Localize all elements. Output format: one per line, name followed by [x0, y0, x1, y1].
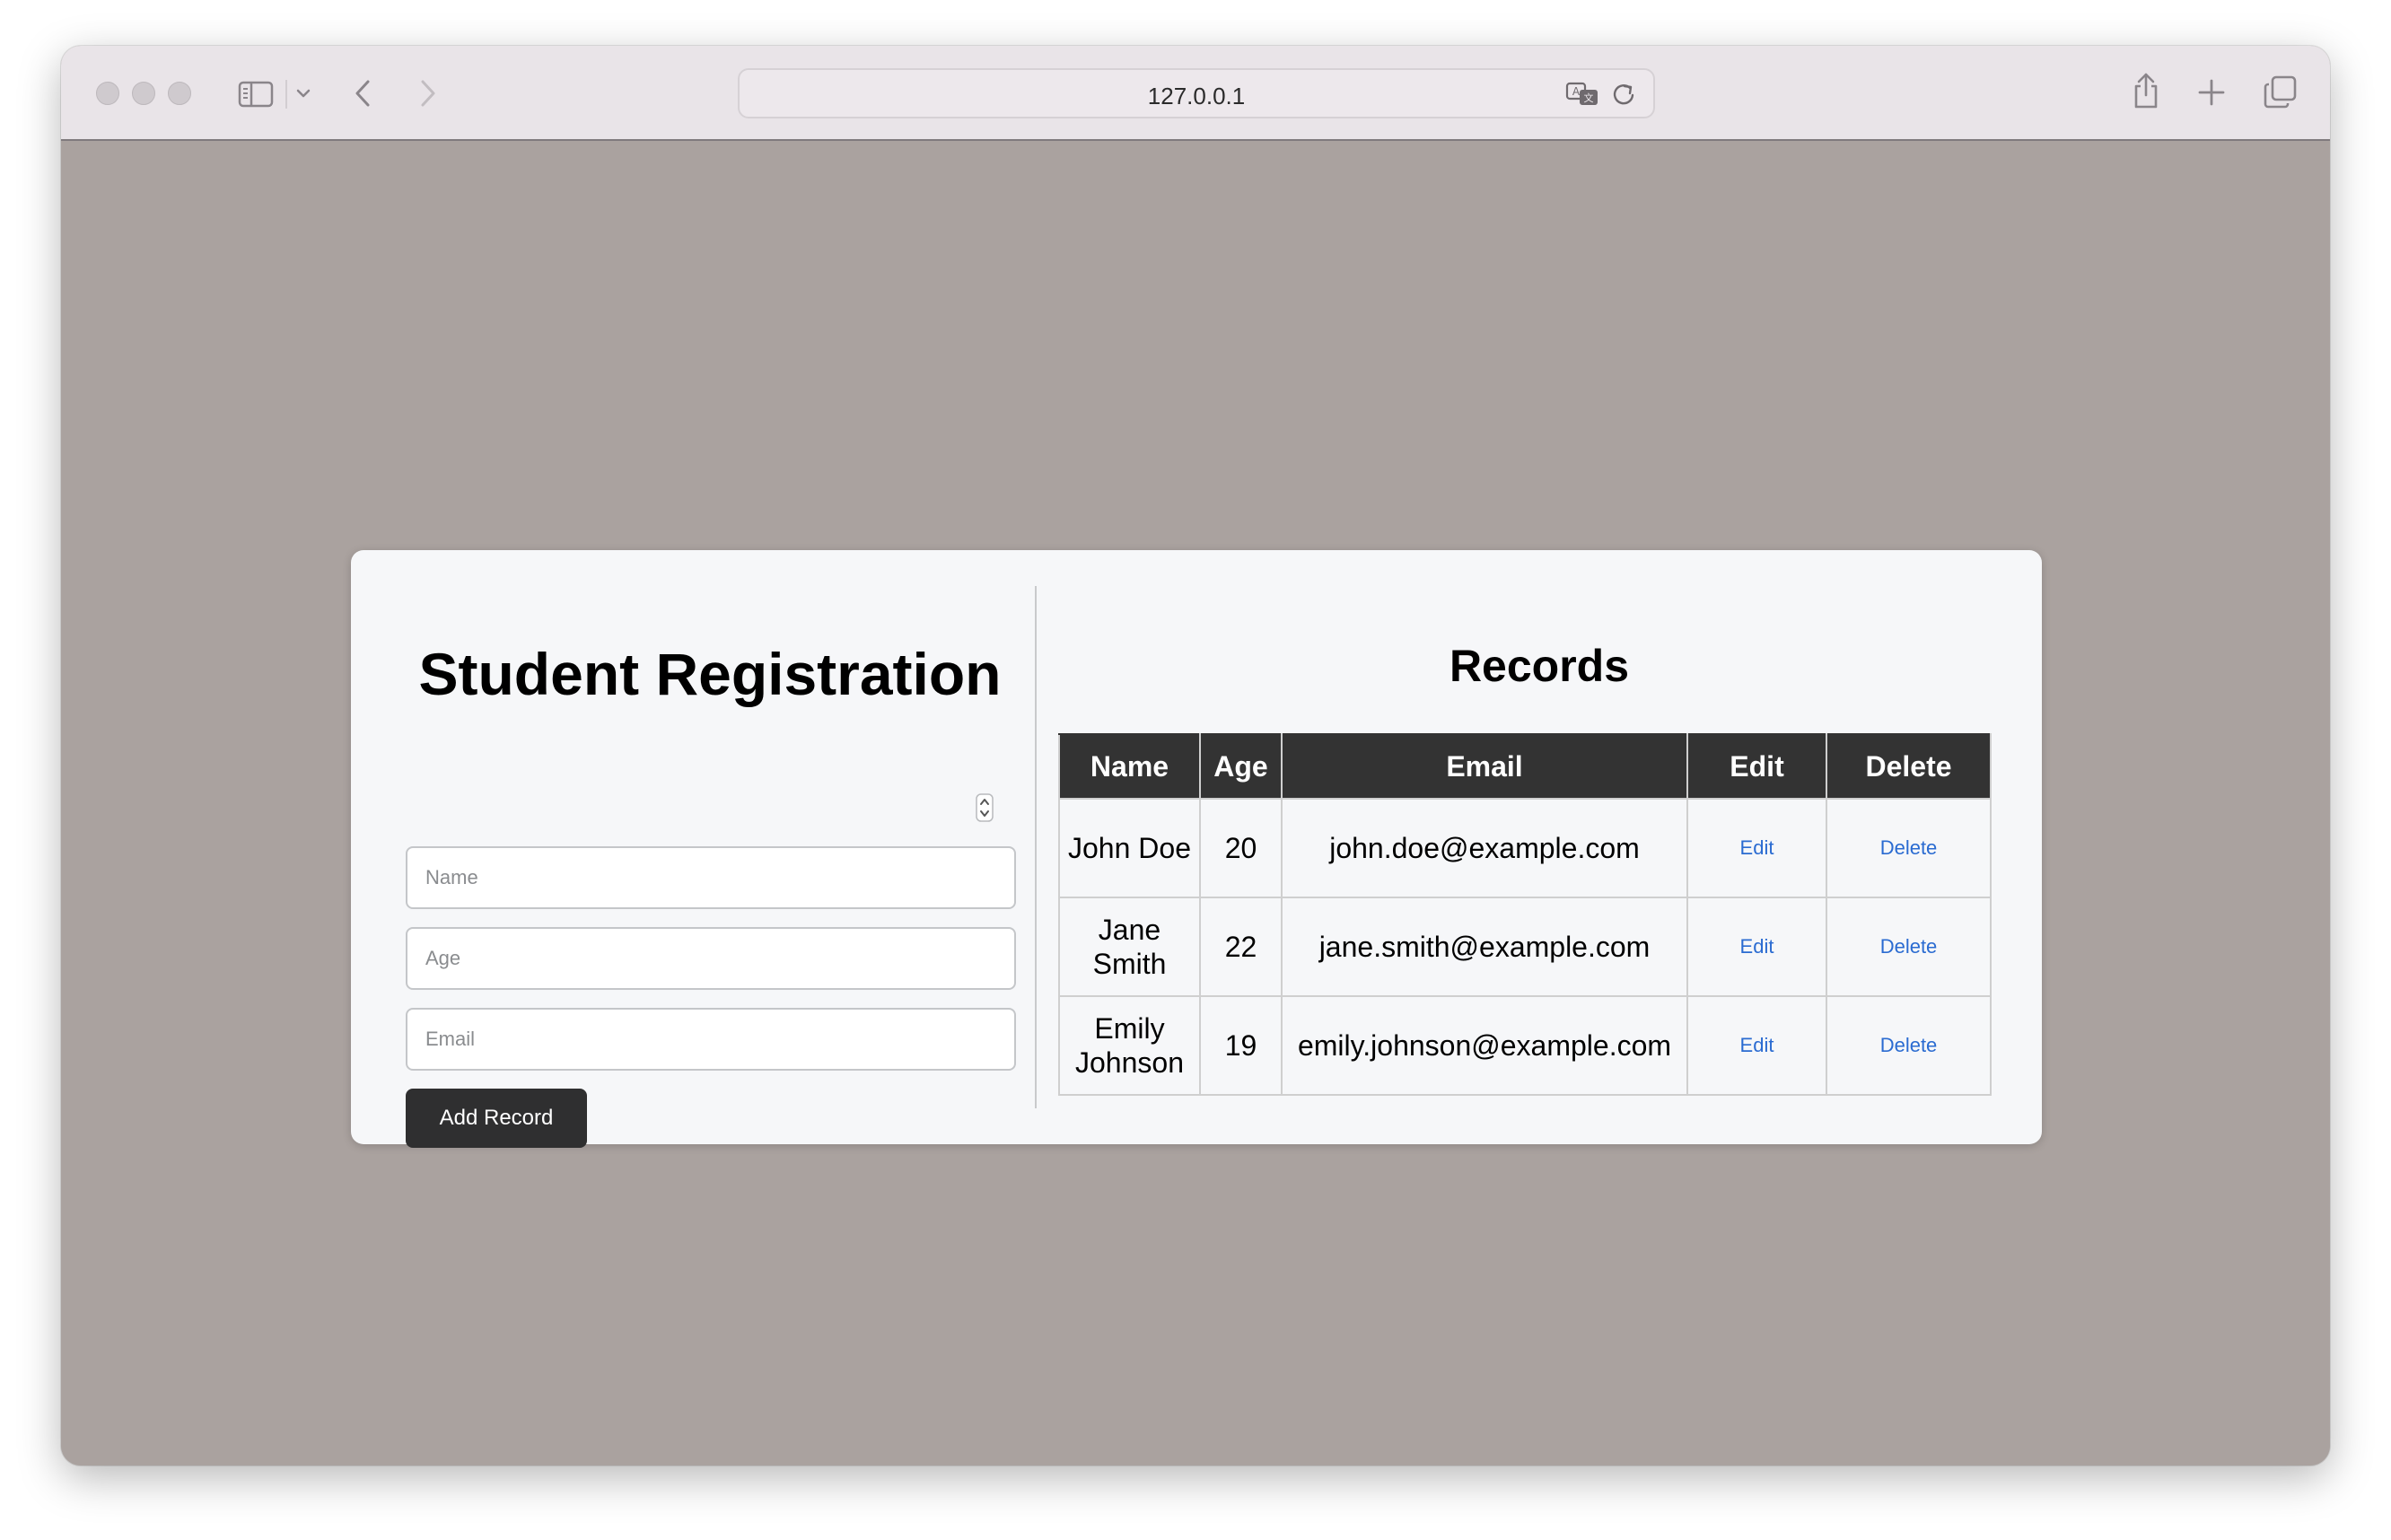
records-table: Name Age Email Edit Delete John Doe 20 j… — [1058, 733, 1992, 1096]
cell-edit: Edit — [1686, 798, 1827, 898]
cell-edit: Edit — [1686, 995, 1827, 1096]
cell-name: John Doe — [1058, 798, 1201, 898]
cell-delete: Delete — [1826, 995, 1992, 1096]
registration-form: Student Registration Add Record — [351, 550, 1035, 1148]
share-icon[interactable] — [2131, 71, 2161, 110]
delete-link[interactable]: Delete — [1880, 836, 1938, 859]
cell-email: john.doe@example.com — [1281, 798, 1688, 898]
records-title: Records — [1449, 641, 1630, 691]
table-row: Emily Johnson 19 emily.johnson@example.c… — [1058, 995, 1992, 1096]
name-input[interactable] — [406, 846, 1016, 909]
cell-delete: Delete — [1826, 897, 1992, 997]
age-input[interactable] — [406, 927, 1016, 990]
cell-age: 22 — [1199, 897, 1283, 997]
table-row: Jane Smith 22 jane.smith@example.com Edi… — [1058, 897, 1992, 997]
chevron-down-icon[interactable] — [294, 87, 312, 100]
column-header-age: Age — [1199, 733, 1283, 800]
column-header-name: Name — [1058, 733, 1201, 800]
column-header-delete: Delete — [1826, 733, 1992, 800]
cell-email: jane.smith@example.com — [1281, 897, 1688, 997]
svg-text:文: 文 — [1584, 92, 1594, 104]
records-section: Records Name Age Email Edit Delete John … — [1037, 550, 2042, 1144]
browser-toolbar: 127.0.0.1 A 文 — [61, 46, 2330, 141]
new-tab-icon[interactable] — [2197, 78, 2226, 107]
cell-age: 20 — [1199, 798, 1283, 898]
email-input[interactable] — [406, 1008, 1016, 1071]
back-icon[interactable] — [353, 78, 374, 109]
sidebar-icon[interactable] — [238, 81, 274, 108]
cell-email: emily.johnson@example.com — [1281, 995, 1688, 1096]
add-record-button[interactable]: Add Record — [406, 1089, 587, 1148]
column-header-email: Email — [1281, 733, 1688, 800]
edit-link[interactable]: Edit — [1740, 1034, 1774, 1056]
toolbar-separator — [285, 80, 287, 109]
cell-age: 19 — [1199, 995, 1283, 1096]
url-text: 127.0.0.1 — [1147, 83, 1246, 109]
zoom-window-button[interactable] — [168, 82, 191, 105]
registration-card: Student Registration Add Record Records — [351, 550, 2042, 1148]
table-header-row: Name Age Email Edit Delete — [1058, 733, 1992, 800]
table-row: John Doe 20 john.doe@example.com Edit De… — [1058, 798, 1992, 898]
delete-link[interactable]: Delete — [1880, 935, 1938, 958]
column-header-edit: Edit — [1686, 733, 1827, 800]
number-stepper-icon[interactable] — [976, 793, 994, 822]
cell-name: Emily Johnson — [1058, 995, 1201, 1096]
edit-link[interactable]: Edit — [1740, 935, 1774, 958]
cell-edit: Edit — [1686, 897, 1827, 997]
browser-window: 127.0.0.1 A 文 Student Registration Name … — [61, 46, 2330, 1466]
forward-icon[interactable] — [416, 78, 438, 109]
close-window-button[interactable] — [96, 82, 119, 105]
reload-icon[interactable] — [1610, 81, 1637, 108]
cell-name: Jane Smith — [1058, 897, 1201, 997]
tabs-overview-icon[interactable] — [2263, 74, 2299, 110]
svg-text:A: A — [1572, 85, 1581, 98]
translate-icon[interactable]: A 文 — [1565, 81, 1601, 108]
cell-delete: Delete — [1826, 798, 1992, 898]
delete-link[interactable]: Delete — [1880, 1034, 1938, 1056]
form-title: Student Registration — [418, 641, 1002, 707]
address-bar[interactable]: 127.0.0.1 A 文 — [738, 68, 1655, 118]
page-content: Student Registration Add Record Records — [61, 141, 2330, 1466]
minimize-window-button[interactable] — [132, 82, 155, 105]
edit-link[interactable]: Edit — [1740, 836, 1774, 859]
